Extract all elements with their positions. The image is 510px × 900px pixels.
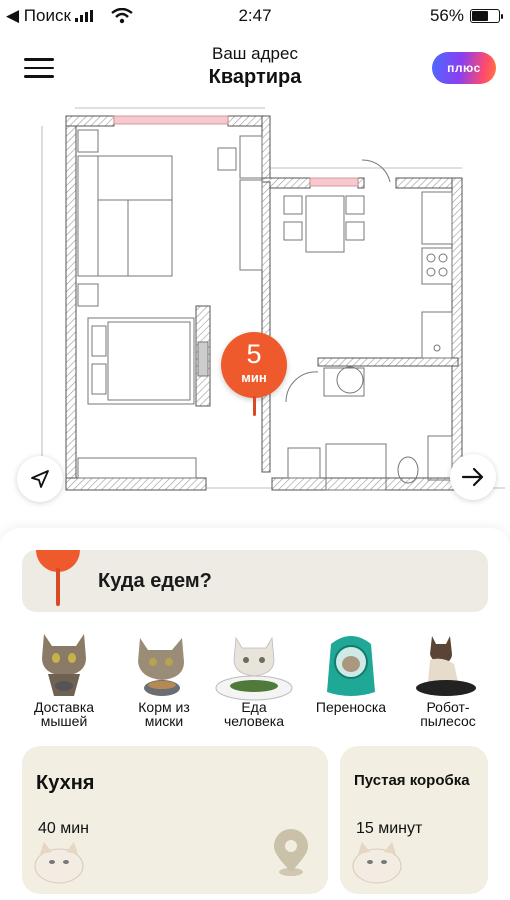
- service-human-food[interactable]: Еда человека: [206, 628, 302, 728]
- service-label-line1: Переноска: [315, 699, 387, 715]
- locate-button[interactable]: [17, 456, 63, 502]
- eta-value: 5: [246, 339, 262, 369]
- battery-icon: [470, 9, 503, 23]
- battery-percent: 56%: [429, 6, 464, 25]
- status-bar: ◀ Поиск 2:47 56%: [0, 0, 510, 30]
- service-bowl-food[interactable]: Корм из миски: [116, 628, 212, 728]
- cat-avatar-icon: [34, 842, 84, 884]
- eta-pin: 5 мин: [221, 332, 287, 422]
- card-time: 15 минут: [356, 820, 423, 837]
- floor-plan: [41, 107, 505, 491]
- card-title: Кухня: [36, 772, 95, 794]
- destination-card-kitchen[interactable]: Кухня 40 мин: [22, 746, 328, 894]
- service-label-line1: Доставка: [33, 699, 95, 715]
- cat-with-plate-image: [215, 636, 293, 701]
- destination-search[interactable]: Куда едем?: [22, 550, 488, 612]
- navigation-arrow-icon: [31, 470, 49, 488]
- destination-card-empty-box[interactable]: Пустая коробка 15 минут: [340, 746, 488, 894]
- next-button[interactable]: [450, 454, 496, 500]
- service-robot-vacuum[interactable]: Робот- пылесос: [400, 628, 496, 728]
- bottom-sheet: Куда едем? Доставка мышей Корм из миски …: [0, 528, 510, 900]
- arrow-right-icon: [461, 467, 484, 487]
- cat-on-robot-vacuum-image: [416, 636, 476, 696]
- service-label-line2: пылесос: [420, 713, 476, 729]
- cat-with-mouse-image: [42, 634, 86, 696]
- service-list: Доставка мышей Корм из миски Еда человек…: [0, 628, 510, 738]
- destination-pin-icon: [36, 550, 80, 606]
- cat-avatar-icon: [352, 842, 402, 884]
- service-label-line1: Робот-: [426, 699, 470, 715]
- card-title: Пустая коробка: [354, 772, 470, 789]
- service-label-line2: человека: [223, 713, 284, 729]
- service-mouse-delivery[interactable]: Доставка мышей: [16, 628, 112, 728]
- location-marker-icon: [274, 829, 308, 876]
- cat-carrier-image: [327, 636, 375, 696]
- service-label-line2: миски: [144, 713, 184, 729]
- eta-unit: мин: [241, 370, 267, 385]
- floor-plan-map[interactable]: 5 мин: [0, 96, 510, 536]
- service-label-line2: мышей: [40, 713, 88, 729]
- destination-prompt: Куда едем?: [98, 570, 212, 592]
- plus-button[interactable]: плюс: [432, 52, 496, 84]
- card-time: 40 мин: [38, 820, 90, 837]
- service-carrier[interactable]: Переноска: [303, 628, 399, 714]
- cat-with-bowl-image: [138, 638, 184, 696]
